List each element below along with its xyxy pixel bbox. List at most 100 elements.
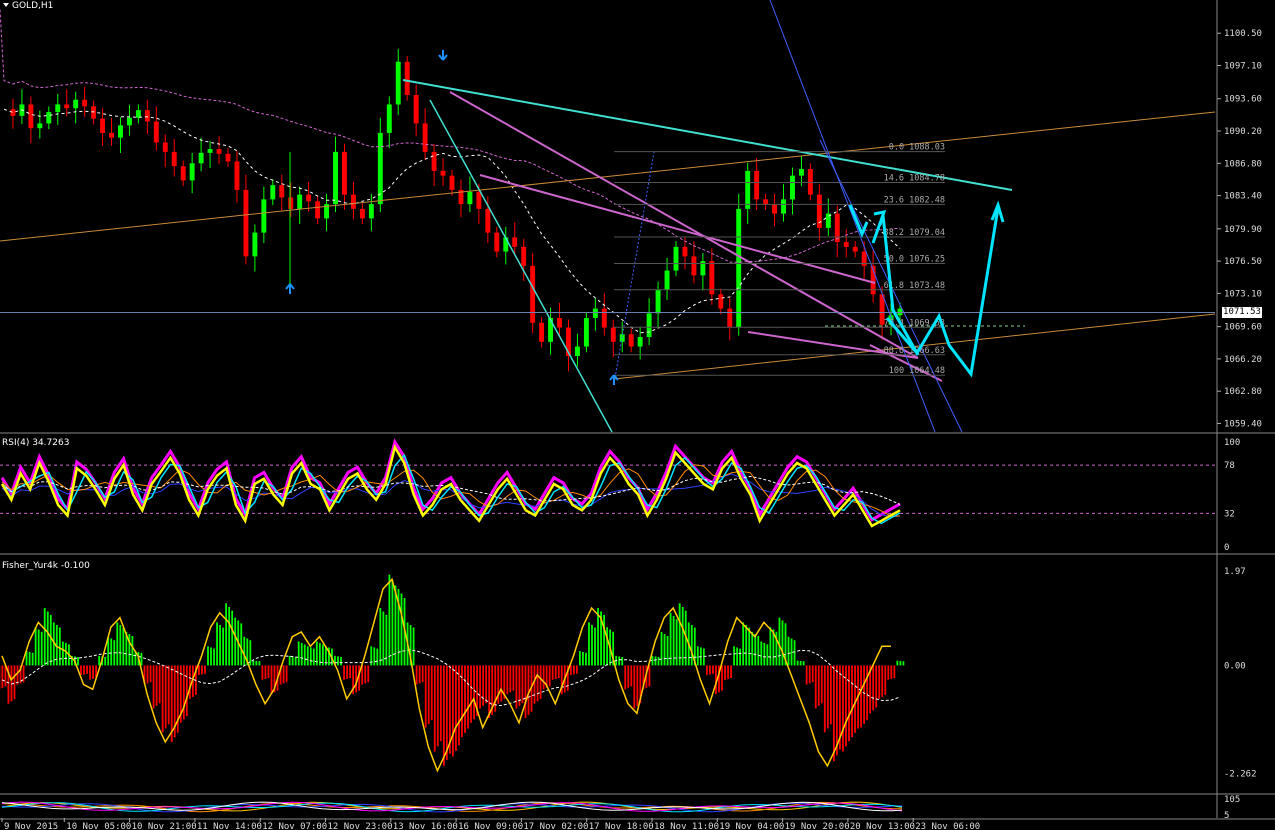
chart-canvas[interactable]: 1100.50 1097.10 1093.60 1090.20 1086.80 1083.… — [0, 0, 1275, 830]
candle-body — [342, 151, 347, 195]
fisher-bar — [297, 641, 300, 666]
fisher-bar — [77, 657, 79, 666]
fisher-bar — [509, 665, 512, 693]
fisher-bar — [606, 627, 609, 666]
candle-body — [126, 117, 132, 126]
fisher-bar — [225, 603, 228, 666]
fisher-bar — [86, 665, 88, 674]
fisher-bar — [848, 665, 850, 742]
fisher-bar — [875, 665, 878, 708]
candle-body — [449, 175, 455, 190]
fisher-bar — [222, 627, 225, 666]
candle-body — [772, 204, 778, 214]
candle-body — [476, 191, 482, 209]
candle-body — [718, 294, 724, 309]
fisher-bar — [210, 647, 212, 666]
candle-body — [153, 121, 159, 143]
fib-level-label: 100 1064.48 — [889, 366, 945, 376]
fisher-bar — [34, 627, 37, 666]
candle-body — [834, 213, 840, 243]
fisher-bar — [832, 665, 835, 762]
x-tick-label: 18 Nov 11:00 — [654, 822, 719, 830]
fisher-bar — [814, 665, 817, 709]
candle-body — [494, 232, 500, 252]
fisher-bar — [551, 665, 554, 680]
fisher-bar — [799, 660, 802, 666]
candle-body — [807, 169, 813, 195]
candle-body — [431, 151, 437, 171]
candle-body — [171, 151, 177, 167]
candle-body — [288, 197, 294, 209]
fisher-bar — [379, 608, 382, 666]
fisher-bar — [473, 665, 475, 720]
candle-body — [144, 110, 150, 122]
candle-body — [243, 189, 249, 257]
fisher-bar — [851, 665, 853, 738]
fisher-bar — [669, 612, 672, 666]
candle-body — [37, 123, 43, 129]
candle-body — [162, 142, 168, 152]
fisher-bar — [790, 638, 793, 666]
candle-body — [763, 199, 769, 205]
candle-body — [727, 308, 733, 328]
fisher-bar — [116, 622, 119, 666]
fisher-bar — [757, 635, 760, 666]
rsi-tick-label: 78 — [1224, 461, 1235, 471]
fisher-bar — [636, 665, 639, 706]
fisher-bar — [557, 665, 560, 679]
fisher-bar — [228, 606, 231, 666]
candle-body — [225, 153, 231, 162]
y-tick-label: 1059.40 — [1224, 419, 1262, 429]
fisher-bar — [733, 646, 735, 666]
fisher-bar — [754, 633, 757, 666]
rsi-tick-label: 32 — [1224, 509, 1235, 519]
fisher-bar — [201, 665, 203, 675]
fisher-bar — [464, 665, 466, 733]
fisher-bar — [554, 665, 557, 679]
fisher-bar — [306, 646, 309, 666]
candle-body — [745, 170, 751, 209]
fisher-bar — [433, 665, 436, 752]
fisher-bar — [890, 665, 893, 679]
candle-body — [91, 106, 97, 119]
candle-body — [512, 237, 518, 247]
fisher-bar — [234, 617, 237, 666]
candle-body — [592, 308, 598, 319]
candle-body — [333, 151, 338, 205]
x-tick-label: 19 Nov 04:00 — [719, 822, 784, 830]
candle-body — [691, 256, 697, 276]
dropdown-icon — [3, 3, 9, 7]
fisher-bar — [80, 665, 82, 675]
fisher-bar — [364, 665, 367, 684]
fisher-bar — [835, 665, 838, 756]
fisher-bar — [418, 665, 421, 684]
mini-tick-label: 5 — [1224, 811, 1229, 821]
x-tick-label: 20 Nov 13:00 — [850, 822, 915, 830]
fisher-bar — [89, 665, 91, 680]
fisher-bar — [182, 665, 185, 720]
candle-body — [485, 208, 491, 233]
fisher-bar — [110, 638, 113, 666]
fisher-bar — [860, 665, 862, 728]
fisher-bar — [204, 665, 206, 674]
fisher-bar — [131, 635, 134, 666]
chart-window[interactable]: 1100.50 1097.10 1093.60 1090.20 1086.80 1083.… — [0, 0, 1275, 830]
fisher-bar — [872, 665, 875, 711]
fisher-bar — [442, 665, 445, 766]
fisher-bar — [83, 665, 85, 675]
fisher-bar — [724, 665, 726, 680]
fisher-bar — [829, 665, 832, 725]
x-tick-label: 13 Nov 16:00 — [393, 822, 458, 830]
fisher-bar — [158, 665, 161, 704]
fisher-bar — [64, 642, 67, 666]
fisher-bar — [793, 640, 796, 666]
fisher-bar — [309, 647, 312, 666]
candle-body — [664, 270, 670, 290]
fisher-bar — [657, 657, 660, 666]
fisher-bar — [104, 657, 107, 666]
fisher-bar — [485, 665, 488, 704]
candle-body — [628, 334, 634, 347]
fisher-bar — [376, 648, 379, 666]
candle-body — [28, 104, 34, 129]
x-tick-label: 9 Nov 2015 — [4, 822, 58, 830]
